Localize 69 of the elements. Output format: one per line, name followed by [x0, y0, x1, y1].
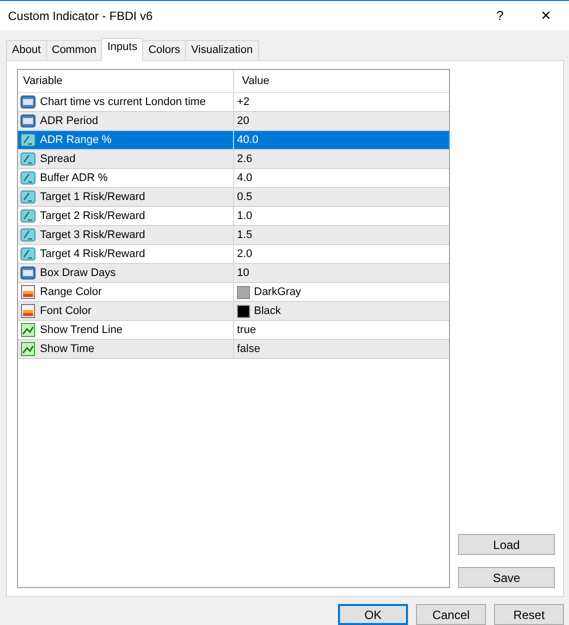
- table-row[interactable]: Target 3 Risk/Reward 1.5: [18, 226, 449, 245]
- integer-icon: [20, 94, 36, 110]
- trend-icon: [20, 322, 36, 338]
- variable-name: Chart time vs current London time: [40, 96, 206, 108]
- variable-value: Black: [254, 305, 281, 317]
- variable-value: 10: [237, 267, 250, 279]
- fraction-icon: [20, 170, 36, 186]
- table-row[interactable]: Show Time false: [18, 340, 449, 359]
- variable-name: Show Trend Line: [40, 324, 123, 336]
- variable-name: Target 1 Risk/Reward: [40, 191, 146, 203]
- dialog-button[interactable]: Cancel: [416, 604, 486, 625]
- palette-icon: [20, 303, 36, 319]
- table-row[interactable]: Box Draw Days 10: [18, 264, 449, 283]
- fraction-icon: [20, 151, 36, 167]
- variable-value: +2: [237, 96, 250, 108]
- table-row[interactable]: ADR Range % 40.0: [18, 131, 449, 150]
- variable-name: Buffer ADR %: [40, 172, 108, 184]
- help-button[interactable]: ?: [477, 8, 523, 23]
- table-row[interactable]: Target 4 Risk/Reward 2.0: [18, 245, 449, 264]
- table-row[interactable]: Target 1 Risk/Reward 0.5: [18, 188, 449, 207]
- integer-icon: [20, 265, 36, 281]
- variable-name: ADR Period: [40, 115, 98, 127]
- table-row[interactable]: Font Color Black: [18, 302, 449, 321]
- table-row[interactable]: Spread 2.6: [18, 150, 449, 169]
- fraction-icon: [20, 189, 36, 205]
- variable-name: Font Color: [40, 305, 92, 317]
- variable-value: 0.5: [237, 191, 252, 203]
- side-button[interactable]: Save: [458, 567, 555, 588]
- side-button[interactable]: Load: [458, 534, 555, 555]
- table-row[interactable]: Target 2 Risk/Reward 1.0: [18, 207, 449, 226]
- variable-name: Target 2 Risk/Reward: [40, 210, 146, 222]
- palette-icon: [20, 284, 36, 300]
- variable-value: 2.0: [237, 248, 252, 260]
- tab[interactable]: About: [6, 40, 47, 60]
- dialog-button[interactable]: OK: [338, 604, 408, 625]
- fraction-icon: [20, 132, 36, 148]
- variable-value: 40.0: [237, 134, 258, 146]
- variable-name: Target 4 Risk/Reward: [40, 248, 146, 260]
- table-row[interactable]: Buffer ADR % 4.0: [18, 169, 449, 188]
- variable-value: true: [237, 324, 256, 336]
- table-row[interactable]: Show Trend Line true: [18, 321, 449, 340]
- tab[interactable]: Inputs: [101, 38, 144, 61]
- variable-name: Range Color: [40, 286, 102, 298]
- variable-name: Target 3 Risk/Reward: [40, 229, 146, 241]
- variable-name: Box Draw Days: [40, 267, 116, 279]
- variable-name: ADR Range %: [40, 134, 112, 146]
- table-row[interactable]: ADR Period 20: [18, 112, 449, 131]
- tab[interactable]: Visualization: [185, 40, 259, 60]
- table-row[interactable]: Range Color DarkGray: [18, 283, 449, 302]
- variable-value: false: [237, 343, 260, 355]
- integer-icon: [20, 113, 36, 129]
- variable-value: DarkGray: [254, 286, 302, 298]
- close-button[interactable]: ✕: [523, 8, 569, 23]
- variable-value: 1.5: [237, 229, 252, 241]
- fraction-icon: [20, 208, 36, 224]
- variable-name: Show Time: [40, 343, 94, 355]
- trend-icon: [20, 341, 36, 357]
- fraction-icon: [20, 246, 36, 262]
- variable-value: 4.0: [237, 172, 252, 184]
- variable-value: 20: [237, 115, 250, 127]
- dialog-button[interactable]: Reset: [494, 604, 564, 625]
- fraction-icon: [20, 227, 36, 243]
- column-header[interactable]: Value: [237, 75, 270, 87]
- window-title: Custom Indicator - FBDI v6: [8, 8, 154, 22]
- column-header[interactable]: Variable: [18, 75, 63, 87]
- variable-name: Spread: [40, 153, 76, 165]
- table-row[interactable]: Chart time vs current London time +2: [18, 93, 449, 112]
- variable-value: 1.0: [237, 210, 252, 222]
- variable-value: 2.6: [237, 153, 252, 165]
